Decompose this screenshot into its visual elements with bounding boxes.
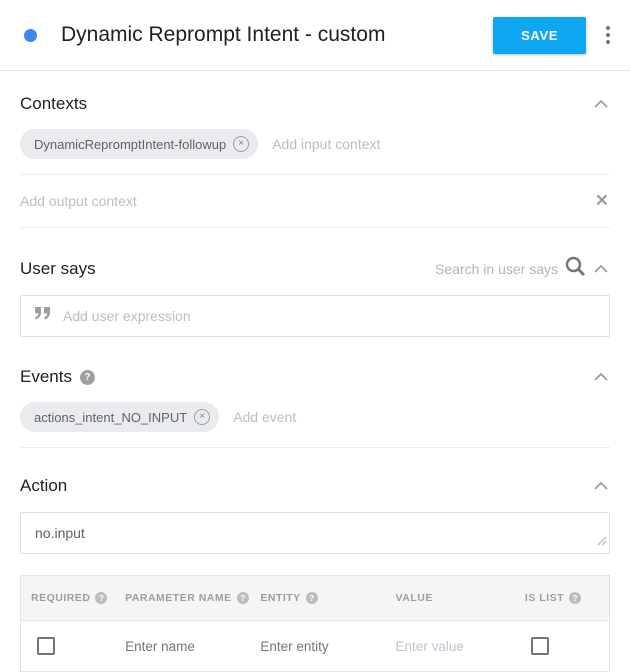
add-output-context-field[interactable] <box>20 193 594 209</box>
user-says-section: User says <box>0 255 630 337</box>
contexts-heading: Contexts <box>20 94 87 114</box>
parameter-value-field[interactable] <box>396 639 505 654</box>
quote-icon <box>35 307 51 325</box>
parameter-name-field[interactable] <box>125 639 240 654</box>
input-contexts-row: DynamicRepromptIntent-followup × <box>20 115 610 175</box>
add-event-field[interactable] <box>233 409 610 425</box>
user-expression-box <box>20 295 610 337</box>
action-collapse-chevron-icon[interactable] <box>592 475 610 497</box>
events-collapse-chevron-icon[interactable] <box>592 366 610 388</box>
is-list-help-icon[interactable]: ? <box>569 592 581 604</box>
add-input-context-field[interactable] <box>272 136 610 152</box>
add-user-expression-field[interactable] <box>63 308 595 324</box>
intent-header: Dynamic Reprompt Intent - custom SAVE <box>0 0 630 71</box>
required-checkbox[interactable] <box>37 637 55 655</box>
col-parameter-name-label: PARAMETER NAME <box>125 592 232 604</box>
action-name-field[interactable] <box>35 525 595 541</box>
input-context-chip-label: DynamicRepromptIntent-followup <box>34 137 226 152</box>
action-heading: Action <box>20 476 67 496</box>
col-required-label: REQUIRED <box>31 592 90 604</box>
required-help-icon[interactable]: ? <box>95 592 107 604</box>
user-says-heading: User says <box>20 259 96 279</box>
parameter-entity-field[interactable] <box>260 639 375 654</box>
contexts-section: Contexts DynamicRepromptIntent-followup … <box>0 93 630 228</box>
action-input-box <box>20 512 610 554</box>
events-section: Events ? actions_intent_NO_INPUT × <box>0 366 630 448</box>
parameter-name-help-icon[interactable]: ? <box>237 592 249 604</box>
clear-contexts-icon[interactable]: × <box>594 190 610 211</box>
event-chip: actions_intent_NO_INPUT × <box>20 402 219 432</box>
search-icon[interactable] <box>564 255 586 282</box>
col-is-list-label: IS LIST <box>525 592 564 604</box>
parameters-header-row: REQUIRED ? PARAMETER NAME ? ENTITY ? VAL… <box>21 576 609 621</box>
output-contexts-row: × <box>20 175 610 228</box>
events-heading: Events <box>20 367 72 387</box>
parameter-row <box>21 621 609 671</box>
resize-grip-icon[interactable] <box>597 533 607 551</box>
event-chip-label: actions_intent_NO_INPUT <box>34 410 187 425</box>
action-section: Action <box>0 475 630 554</box>
col-entity-label: ENTITY <box>260 592 300 604</box>
is-list-checkbox[interactable] <box>531 637 549 655</box>
input-context-chip: DynamicRepromptIntent-followup × <box>20 129 258 159</box>
events-row: actions_intent_NO_INPUT × <box>20 388 610 448</box>
contexts-collapse-chevron-icon[interactable] <box>592 93 610 115</box>
remove-input-context-icon[interactable]: × <box>233 136 249 152</box>
user-says-collapse-chevron-icon[interactable] <box>592 258 610 280</box>
page-title: Dynamic Reprompt Intent - custom <box>61 23 493 47</box>
entity-help-icon[interactable]: ? <box>306 592 318 604</box>
col-value-label: VALUE <box>396 592 433 604</box>
parameters-table: REQUIRED ? PARAMETER NAME ? ENTITY ? VAL… <box>20 575 610 672</box>
save-button[interactable]: SAVE <box>493 17 586 54</box>
search-user-says-input[interactable] <box>428 261 558 277</box>
overflow-menu-icon[interactable] <box>602 22 614 48</box>
events-help-icon[interactable]: ? <box>80 370 95 385</box>
remove-event-icon[interactable]: × <box>194 409 210 425</box>
intent-status-dot-icon <box>24 29 37 42</box>
